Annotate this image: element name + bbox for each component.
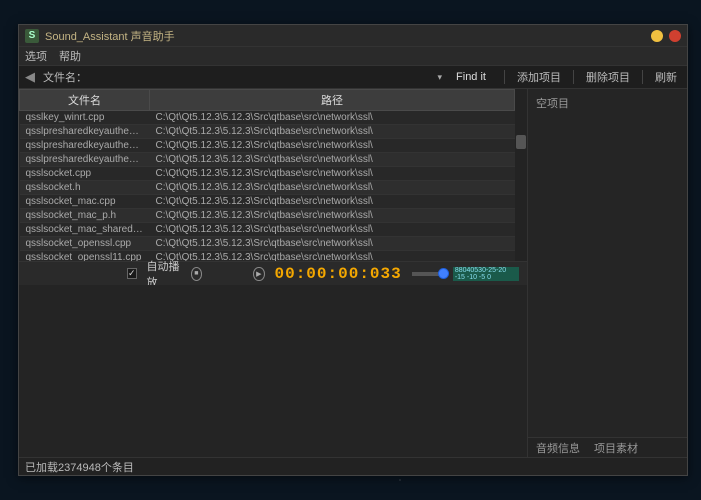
col-path[interactable]: 路径 — [150, 90, 515, 111]
titlebar[interactable]: S Sound_Assistant 声音助手 — [19, 25, 687, 47]
table-row[interactable]: qsslsocket_openssl11.cppC:\Qt\Qt5.12.3\5… — [20, 251, 515, 262]
table-row[interactable]: qsslsocket_mac_shared.cppC:\Qt\Qt5.12.3\… — [20, 223, 515, 237]
cell-path: C:\Qt\Qt5.12.3\5.12.3\Src\qtbase\src\net… — [150, 223, 515, 237]
player-bar: ✓ 自动播放 ■ ▶ 00:00:00:033 88040530-25-20 -… — [19, 261, 527, 285]
refresh-button[interactable]: 刷新 — [651, 69, 681, 85]
statusbar: 已加载2374948个条目 — [19, 457, 687, 475]
col-filename[interactable]: 文件名 — [20, 90, 150, 111]
delete-project-button[interactable]: 删除项目 — [582, 69, 634, 85]
left-pane: 文件名 路径 qsslkey_winrt.cppC:\Qt\Qt5.12.3\5… — [19, 89, 527, 457]
cell-path: C:\Qt\Qt5.12.3\5.12.3\Src\qtbase\src\net… — [150, 125, 515, 139]
table-row[interactable]: qsslsocket.hC:\Qt\Qt5.12.3\5.12.3\Src\qt… — [20, 181, 515, 195]
table-row[interactable]: qsslsocket.cppC:\Qt\Qt5.12.3\5.12.3\Src\… — [20, 167, 515, 181]
cell-path: C:\Qt\Qt5.12.3\5.12.3\Src\qtbase\src\net… — [150, 167, 515, 181]
cell-filename: qsslsocket.h — [20, 181, 150, 195]
menu-help[interactable]: 帮助 — [59, 48, 81, 64]
table-row[interactable]: qsslpresharedkeyauthenticator_p.hC:\Qt\Q… — [20, 153, 515, 167]
table-row[interactable]: qsslkey_winrt.cppC:\Qt\Qt5.12.3\5.12.3\S… — [20, 111, 515, 125]
app-window: S Sound_Assistant 声音助手 选项 帮助 ◀ 文件名： ▾ Fi… — [18, 24, 688, 476]
window-title: Sound_Assistant 声音助手 — [45, 28, 175, 44]
cell-path: C:\Qt\Qt5.12.3\5.12.3\Src\qtbase\src\net… — [150, 139, 515, 153]
cell-path: C:\Qt\Qt5.12.3\5.12.3\Src\qtbase\src\net… — [150, 195, 515, 209]
filename-label: 文件名： — [43, 69, 87, 85]
empty-project-label: 空项目 — [536, 98, 569, 110]
table-row[interactable]: qsslsocket_mac.cppC:\Qt\Qt5.12.3\5.12.3\… — [20, 195, 515, 209]
cell-path: C:\Qt\Qt5.12.3\5.12.3\Src\qtbase\src\net… — [150, 153, 515, 167]
cell-filename: qsslkey_winrt.cpp — [20, 111, 150, 125]
separator — [642, 70, 643, 84]
cell-filename: qsslsocket_mac_shared.cpp — [20, 223, 150, 237]
cell-filename: qsslsocket.cpp — [20, 167, 150, 181]
cell-filename: qsslsocket_mac.cpp — [20, 195, 150, 209]
cell-filename: qsslsocket_mac_p.h — [20, 209, 150, 223]
close-button[interactable] — [669, 30, 681, 42]
right-pane: 空项目 音频信息 项目素材 — [527, 89, 687, 457]
find-it-button[interactable]: Find it — [456, 71, 486, 83]
separator — [504, 70, 505, 84]
content-area: 文件名 路径 qsslkey_winrt.cppC:\Qt\Qt5.12.3\5… — [19, 89, 687, 457]
minimize-button[interactable] — [651, 30, 663, 42]
cell-filename: qsslpresharedkeyauthenticator.h — [20, 139, 150, 153]
cell-path: C:\Qt\Qt5.12.3\5.12.3\Src\qtbase\src\net… — [150, 111, 515, 125]
timecode-display: 00:00:00:033 — [275, 265, 402, 283]
menu-options[interactable]: 选项 — [25, 48, 47, 64]
cell-filename: qsslpresharedkeyauthenticator_p.h — [20, 153, 150, 167]
separator — [573, 70, 574, 84]
seek-slider[interactable] — [412, 272, 443, 276]
play-button[interactable]: ▶ — [253, 267, 264, 281]
right-tabs: 音频信息 项目素材 — [528, 437, 687, 457]
project-list[interactable]: 空项目 — [528, 89, 687, 437]
stop-button[interactable]: ■ — [191, 267, 202, 281]
preview-area — [19, 285, 527, 457]
cell-filename: qsslsocket_openssl11.cpp — [20, 251, 150, 262]
table-row[interactable]: qsslpresharedkeyauthenticator.hC:\Qt\Qt5… — [20, 139, 515, 153]
cell-filename: qsslpresharedkeyauthenticator.cpp — [20, 125, 150, 139]
tab-audio-info[interactable]: 音频信息 — [536, 440, 580, 456]
nav-back-icon[interactable]: ◀ — [25, 69, 35, 85]
toolbar: ◀ 文件名： ▾ Find it 添加项目 删除项目 刷新 — [19, 65, 687, 89]
menubar: 选项 帮助 — [19, 47, 687, 65]
table-row[interactable]: qsslsocket_openssl.cppC:\Qt\Qt5.12.3\5.1… — [20, 237, 515, 251]
table-row[interactable]: qsslpresharedkeyauthenticator.cppC:\Qt\Q… — [20, 125, 515, 139]
app-icon: S — [25, 29, 39, 43]
cell-path: C:\Qt\Qt5.12.3\5.12.3\Src\qtbase\src\net… — [150, 209, 515, 223]
waveform-strip: 88040530-25-20 -15 -10 -5 0 — [453, 267, 519, 281]
autoplay-checkbox[interactable]: ✓ — [127, 268, 137, 279]
vertical-scrollbar[interactable] — [515, 89, 527, 261]
file-table[interactable]: 文件名 路径 qsslkey_winrt.cppC:\Qt\Qt5.12.3\5… — [19, 89, 515, 261]
slider-thumb[interactable] — [438, 268, 449, 279]
cell-path: C:\Qt\Qt5.12.3\5.12.3\Src\qtbase\src\net… — [150, 237, 515, 251]
cell-path: C:\Qt\Qt5.12.3\5.12.3\Src\qtbase\src\net… — [150, 251, 515, 262]
table-row[interactable]: qsslsocket_mac_p.hC:\Qt\Qt5.12.3\5.12.3\… — [20, 209, 515, 223]
scrollbar-thumb[interactable] — [516, 135, 526, 149]
status-text: 已加载2374948个条目 — [25, 459, 134, 475]
tab-project-assets[interactable]: 项目素材 — [594, 440, 638, 456]
cell-path: C:\Qt\Qt5.12.3\5.12.3\Src\qtbase\src\net… — [150, 181, 515, 195]
add-project-button[interactable]: 添加项目 — [513, 69, 565, 85]
cell-filename: qsslsocket_openssl.cpp — [20, 237, 150, 251]
dropdown-icon[interactable]: ▾ — [438, 72, 443, 83]
